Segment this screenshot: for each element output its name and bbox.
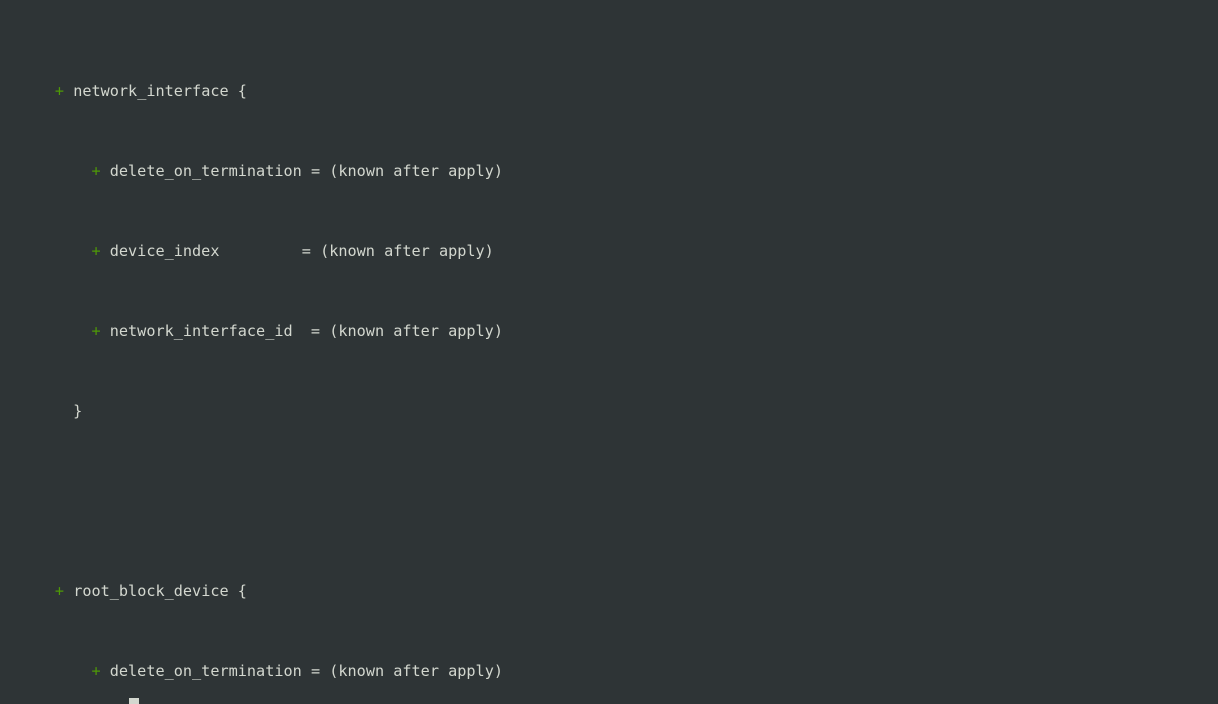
terminal-cursor xyxy=(129,698,139,704)
attribute-pad xyxy=(302,162,311,180)
plan-line-attribute: + device_index = (known after apply) xyxy=(0,241,735,261)
block-close-brace: } xyxy=(73,402,83,420)
plan-line-root-block-device-open: + root_block_device { xyxy=(0,581,735,601)
attribute-key: network_interface_id xyxy=(109,322,293,340)
attribute-value: (known after apply) xyxy=(320,242,494,260)
attribute-value: (known after apply) xyxy=(329,322,503,340)
plus-marker-icon: + xyxy=(91,162,101,180)
attribute-equals: = xyxy=(310,162,321,180)
terminal-window[interactable]: + network_interface { + delete_on_termin… xyxy=(0,0,1218,704)
plus-marker-icon: + xyxy=(91,662,101,680)
attribute-value: (known after apply) xyxy=(329,662,503,680)
attribute-pad xyxy=(302,662,311,680)
attribute-key: delete_on_termination xyxy=(109,162,302,180)
attribute-value: (known after apply) xyxy=(329,162,503,180)
block-label: root_block_device { xyxy=(73,582,247,600)
plan-line-attribute: + delete_on_termination = (known after a… xyxy=(0,661,735,681)
attribute-key: delete_on_termination xyxy=(109,662,302,680)
attribute-key: device_index xyxy=(109,242,220,260)
plan-line-network-interface-open: + network_interface { xyxy=(0,81,735,101)
attribute-equals: = xyxy=(310,662,321,680)
plan-line-attribute: + delete_on_termination = (known after a… xyxy=(0,161,735,181)
attribute-equals: = xyxy=(301,242,311,260)
attribute-equals: = xyxy=(310,322,321,340)
plan-line-block-close: } xyxy=(0,401,735,421)
plan-line-attribute: + network_interface_id = (known after ap… xyxy=(0,321,735,341)
plan-line-blank xyxy=(0,481,735,501)
attribute-pad xyxy=(219,242,301,260)
attribute-pad xyxy=(293,322,311,340)
plus-marker-icon: + xyxy=(54,582,65,600)
plus-marker-icon: + xyxy=(54,82,65,100)
block-label: network_interface { xyxy=(73,82,247,100)
terminal-output: + network_interface { + delete_on_termin… xyxy=(0,0,735,704)
plus-marker-icon: + xyxy=(91,322,101,340)
plus-marker-icon: + xyxy=(91,242,101,260)
